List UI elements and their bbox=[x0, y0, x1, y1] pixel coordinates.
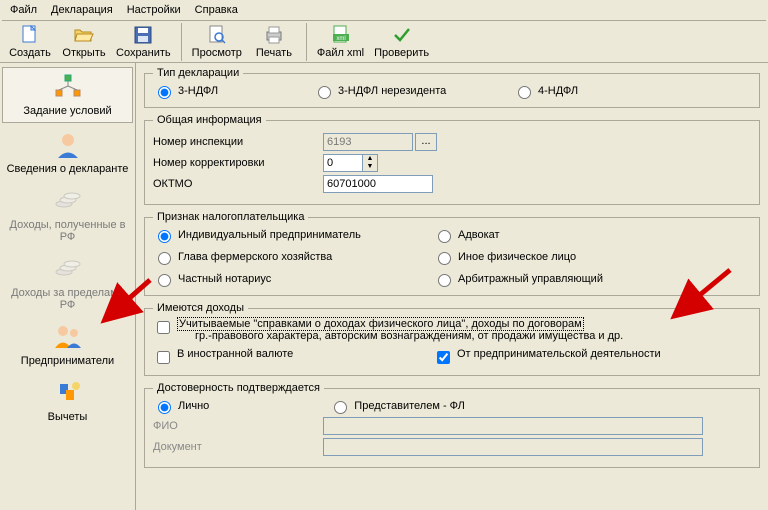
check-icon bbox=[392, 25, 412, 45]
oktmo-field[interactable] bbox=[323, 175, 433, 193]
menu-help[interactable]: Справка bbox=[189, 2, 244, 18]
radio-other-person[interactable]: Иное физическое лицо bbox=[433, 249, 751, 265]
group-general: Общая информация Номер инспекции ... Ном… bbox=[144, 114, 760, 205]
legend-decl-type: Тип декларации bbox=[153, 67, 243, 79]
svg-text:xml: xml bbox=[336, 36, 345, 42]
sidebar-item-entrepreneurs[interactable]: Предприниматели bbox=[0, 317, 135, 373]
radio-representative[interactable]: Представителем - ФЛ bbox=[329, 398, 465, 414]
group-income: Имеются доходы Учитываемые "справками о … bbox=[144, 302, 760, 376]
sidebar-item-label: Задание условий bbox=[23, 105, 111, 117]
radio-4ndfl[interactable]: 4-НДФЛ bbox=[513, 83, 633, 99]
sidebar-item-label: Предприниматели bbox=[21, 355, 114, 367]
entrepreneurs-icon bbox=[52, 321, 84, 353]
xml-file-icon: xml bbox=[331, 25, 351, 45]
preview-button[interactable]: Просмотр bbox=[188, 23, 246, 63]
group-taxpayer: Признак налогоплательщика Индивидуальный… bbox=[144, 211, 760, 296]
radio-notary[interactable]: Частный нотариус bbox=[153, 271, 433, 287]
sidebar-item-income-rf[interactable]: Доходы, полученные в РФ bbox=[0, 181, 135, 249]
inspection-field bbox=[323, 133, 413, 151]
radio-3ndfl[interactable]: 3-НДФЛ bbox=[153, 83, 313, 99]
radio-ip[interactable]: Индивидуальный предприниматель bbox=[153, 227, 433, 243]
create-button[interactable]: Создать bbox=[4, 23, 56, 63]
content-panel: Тип декларации 3-НДФЛ 3-НДФЛ нерезидента… bbox=[136, 63, 768, 510]
check-button[interactable]: Проверить bbox=[370, 23, 433, 63]
checkbox-income-receipts[interactable]: Учитываемые "справками о доходах физичес… bbox=[153, 318, 751, 342]
checkbox-entrepreneur-income[interactable]: От предпринимательской деятельности bbox=[433, 348, 751, 367]
sidebar-item-income-abroad[interactable]: Доходы за пределами РФ bbox=[0, 249, 135, 317]
person-icon bbox=[52, 129, 84, 161]
label-correction: Номер корректировки bbox=[153, 157, 323, 169]
label-document: Документ bbox=[153, 441, 323, 453]
money-stack-icon bbox=[52, 185, 84, 217]
new-file-icon bbox=[20, 25, 40, 45]
spin-down-button[interactable]: ▼ bbox=[363, 163, 377, 171]
open-button[interactable]: Открыть bbox=[58, 23, 110, 63]
group-decl-type: Тип декларации 3-НДФЛ 3-НДФЛ нерезидента… bbox=[144, 67, 760, 108]
sidebar: Задание условий Сведения о декларанте До… bbox=[0, 63, 136, 510]
document-field bbox=[323, 438, 703, 456]
preview-icon bbox=[207, 25, 227, 45]
correction-field[interactable] bbox=[323, 154, 363, 172]
radio-personally[interactable]: Лично bbox=[153, 398, 209, 414]
label-oktmo: ОКТМО bbox=[153, 178, 323, 190]
sidebar-item-label: Вычеты bbox=[48, 411, 88, 423]
print-button[interactable]: Печать bbox=[248, 23, 300, 63]
radio-3ndfl-nonres[interactable]: 3-НДФЛ нерезидента bbox=[313, 83, 513, 99]
money-stack-icon bbox=[52, 253, 84, 285]
menu-declaration[interactable]: Декларация bbox=[45, 2, 119, 18]
legend-confirmation: Достоверность подтверждается bbox=[153, 382, 324, 394]
sidebar-item-conditions[interactable]: Задание условий bbox=[2, 67, 133, 123]
legend-income: Имеются доходы bbox=[153, 302, 248, 314]
xml-button[interactable]: xml Файл xml bbox=[313, 23, 368, 63]
print-icon bbox=[264, 25, 284, 45]
radio-arbitration[interactable]: Арбитражный управляющий bbox=[433, 271, 751, 287]
spin-up-button[interactable]: ▲ bbox=[363, 155, 377, 163]
deductions-icon bbox=[52, 377, 84, 409]
legend-general: Общая информация bbox=[153, 114, 266, 126]
sidebar-item-label: Доходы, полученные в РФ bbox=[2, 219, 133, 243]
checkbox-foreign-currency[interactable]: В иностранной валюте bbox=[153, 348, 433, 367]
open-folder-icon bbox=[74, 25, 94, 45]
save-button[interactable]: Сохранить bbox=[112, 23, 175, 63]
save-icon bbox=[133, 25, 153, 45]
sidebar-item-deductions[interactable]: Вычеты bbox=[0, 373, 135, 429]
conditions-icon bbox=[52, 71, 84, 103]
toolbar: Создать Открыть Сохранить Просмотр Печа bbox=[0, 21, 768, 63]
menu-file[interactable]: Файл bbox=[4, 2, 43, 18]
sidebar-item-label: Доходы за пределами РФ bbox=[2, 287, 133, 311]
group-confirmation: Достоверность подтверждается Лично Предс… bbox=[144, 382, 760, 468]
menubar: Файл Декларация Настройки Справка bbox=[0, 0, 768, 20]
radio-advocate[interactable]: Адвокат bbox=[433, 227, 751, 243]
fio-field bbox=[323, 417, 703, 435]
inspection-picker-button[interactable]: ... bbox=[415, 133, 437, 151]
sidebar-item-declarant[interactable]: Сведения о декларанте bbox=[0, 125, 135, 181]
legend-taxpayer: Признак налогоплательщика bbox=[153, 211, 308, 223]
radio-farmer[interactable]: Глава фермерского хозяйства bbox=[153, 249, 433, 265]
label-fio: ФИО bbox=[153, 420, 323, 432]
label-inspection: Номер инспекции bbox=[153, 136, 323, 148]
sidebar-item-label: Сведения о декларанте bbox=[7, 163, 129, 175]
menu-settings[interactable]: Настройки bbox=[121, 2, 187, 18]
